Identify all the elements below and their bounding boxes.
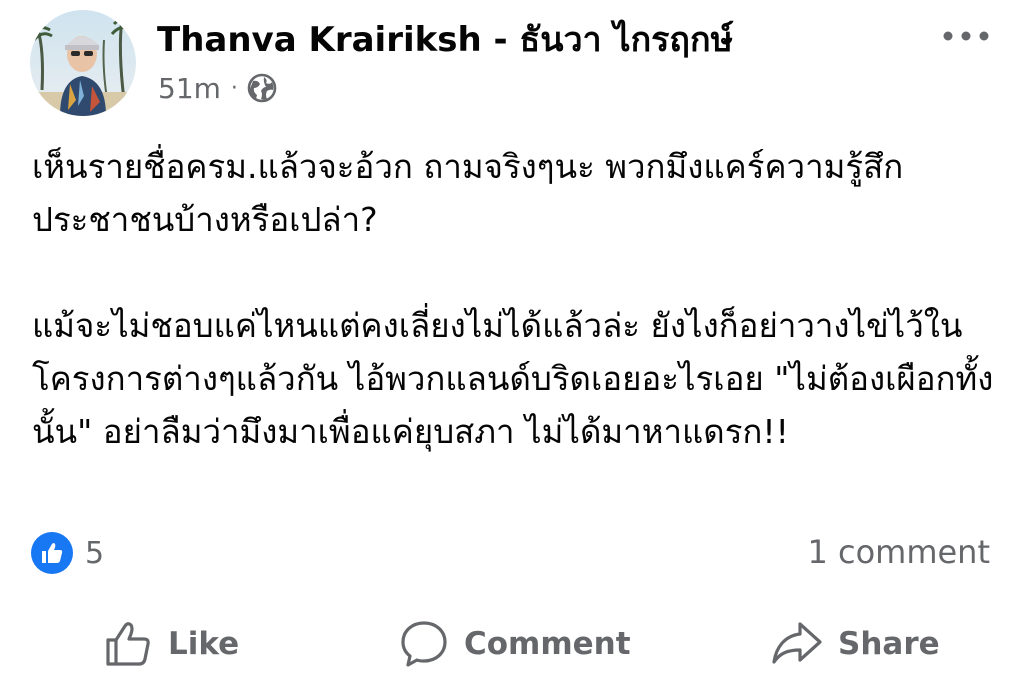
globe-icon[interactable] xyxy=(246,72,278,104)
post-meta: 51m · xyxy=(158,68,278,108)
post-paragraph: เห็นรายชื่อครม.แล้วจะอ้วก ถามจริงๆนะ พวก… xyxy=(32,147,904,239)
comment-bubble-icon xyxy=(398,618,450,670)
post-card: Thanva Krairiksh - ธันวา ไกรฤกษ์ 51m · เ… xyxy=(0,0,1024,678)
comment-button[interactable]: Comment xyxy=(398,612,631,676)
like-button[interactable]: Like xyxy=(102,612,239,676)
comment-label: Comment xyxy=(464,626,631,662)
post-body: เห็นรายชื่อครม.แล้วจะอ้วก ถามจริงๆนะ พวก… xyxy=(32,140,1002,458)
post-paragraph: แม้จะไม่ชอบแค่ไหนแต่คงเลี่ยงไม่ได้แล้วล่… xyxy=(32,306,994,451)
post-timestamp[interactable]: 51m xyxy=(158,72,221,105)
comment-count-link[interactable]: 1 comment xyxy=(807,530,990,574)
share-label: Share xyxy=(838,626,940,662)
like-reaction-icon xyxy=(31,532,73,574)
avatar-image xyxy=(30,10,136,116)
author-name[interactable]: Thanva Krairiksh - ธันวา ไกรฤกษ์ xyxy=(157,16,733,64)
share-button[interactable]: Share xyxy=(770,612,940,676)
action-bar: Like Comment Share xyxy=(0,612,1024,676)
meta-separator: · xyxy=(230,75,238,101)
more-options-button[interactable] xyxy=(936,18,996,54)
share-arrow-icon xyxy=(770,618,824,670)
thumbs-up-icon xyxy=(102,618,154,670)
reactions-summary[interactable]: 5 xyxy=(31,532,104,574)
author-avatar[interactable] xyxy=(30,10,136,116)
reaction-count: 5 xyxy=(85,535,105,571)
like-label: Like xyxy=(168,626,240,662)
more-horizontal-icon xyxy=(941,27,991,46)
